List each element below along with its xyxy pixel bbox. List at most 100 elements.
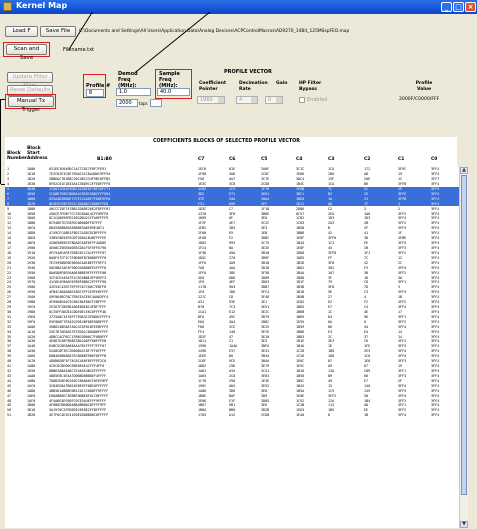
table-cell: 1A60 xyxy=(27,354,36,359)
table-cell: 3F8 xyxy=(229,211,236,216)
gain-label: Gain xyxy=(276,81,288,86)
table-cell: 1E0E xyxy=(296,393,305,398)
taps-input[interactable]: 2000 xyxy=(116,99,138,107)
table-cell: 47 xyxy=(229,334,234,339)
close-button[interactable]: × xyxy=(465,2,476,12)
table-cell: 40 xyxy=(7,359,12,364)
table-cell: E37 xyxy=(229,349,236,354)
table-cell: 1CA1 xyxy=(198,309,207,314)
table-cell: 1B00 xyxy=(27,403,36,408)
table-cell: D7 xyxy=(364,364,369,369)
table-cell: 3F9C xyxy=(398,167,407,172)
table-cell: 1689 xyxy=(198,216,207,221)
table-cell: 18D0 xyxy=(27,231,36,236)
table-cell: 3FBE xyxy=(398,236,407,241)
hp-filter-checkbox[interactable] xyxy=(299,97,305,103)
table-cell: 1B1F xyxy=(296,280,305,285)
table-cell: 1E95 xyxy=(296,319,305,324)
table-cell: 34 xyxy=(7,329,12,334)
table-cell: 3FF2 xyxy=(398,339,407,344)
table-cell: 1B4A xyxy=(296,344,305,349)
table-cell: 0 xyxy=(364,319,367,324)
table-cell: EE xyxy=(364,408,369,413)
table-cell: 5 xyxy=(7,186,10,191)
table-cell: 37E xyxy=(198,196,205,201)
dropdown-arrow-icon xyxy=(276,97,282,103)
table-cell: 60 xyxy=(364,373,369,378)
table-cell: 8BB63A8A5A6C7E4A5E4BCEFFFFFF xyxy=(49,369,107,374)
table-cell: 1E6C xyxy=(296,359,305,364)
minimize-button[interactable]: _ xyxy=(441,2,452,12)
sample-freq-input[interactable]: 40.0 xyxy=(157,88,190,96)
table-cell: 2E3 xyxy=(364,349,371,354)
table-scrollbar[interactable]: ▲ ▼ xyxy=(459,167,468,528)
table-cell: 5A1970C2FEDED5C6E8E2FF8FFFFF xyxy=(49,408,107,413)
table-cell: 1C82 xyxy=(296,216,305,221)
scan-and-save-button[interactable]: Scan and Save xyxy=(6,44,47,61)
table-cell: 1B xyxy=(364,413,369,418)
table-cell: 3E3 xyxy=(261,339,268,344)
table-cell: 14 xyxy=(398,334,403,339)
decimation-select[interactable]: 4 xyxy=(236,96,258,104)
table-cell: 1820 xyxy=(27,177,36,182)
manual-tx-trigger-button[interactable]: Manual Tx Trigger xyxy=(8,96,54,113)
table-cell: 2 xyxy=(7,172,10,177)
col-c4: C4 xyxy=(296,157,303,162)
table-cell: E9 xyxy=(229,231,234,236)
profile-number-select[interactable]: 8 xyxy=(86,89,104,97)
table-cell: 1E6F xyxy=(296,236,305,241)
table-cell: B6 xyxy=(364,182,369,187)
table-cell: 18C0 xyxy=(27,226,36,231)
scroll-down-arrow-icon[interactable]: ▼ xyxy=(460,521,468,528)
table-cell: 4D8D6E8F5F7AC6C4A0F8FFFEF2C0 xyxy=(49,359,107,364)
table-cell: 1D11 xyxy=(198,339,207,344)
table-cell: 4E xyxy=(364,309,369,314)
table-cell: C2 xyxy=(328,206,333,211)
table-cell: 2C xyxy=(398,260,403,265)
table-cell: 3C1C xyxy=(296,167,305,172)
table-cell: 7 xyxy=(7,196,10,201)
table-cell: 3FF4 xyxy=(431,369,440,374)
table-cell: 19 xyxy=(398,172,403,177)
table-cell: 3B44 xyxy=(261,354,270,359)
table-cell: 14 xyxy=(398,329,403,334)
update-filter-mem-button[interactable]: Update Filter Mem xyxy=(7,72,53,89)
taps-spinner[interactable] xyxy=(150,99,162,107)
table-cell: F31 xyxy=(198,201,205,206)
table-cell: B xyxy=(328,226,331,231)
demod-freq-input[interactable]: 1.0 xyxy=(116,88,151,96)
table-cell: 3FF4 xyxy=(398,393,407,398)
save-file-button[interactable]: Save File xyxy=(40,26,76,37)
table-cell: 3FF0 xyxy=(328,236,337,241)
table-cell: 7C xyxy=(328,186,333,191)
annotation-bracket xyxy=(0,99,1,184)
table-cell: 42065689E2F8DADCA0F0FFF4AD8E xyxy=(49,241,107,246)
table-cell: 2C68 xyxy=(261,413,270,418)
table-cell: DFA xyxy=(198,314,205,319)
table-cell: 3FF4 xyxy=(431,270,440,275)
scroll-thumb[interactable] xyxy=(461,175,467,495)
table-cell: 7D xyxy=(364,285,369,290)
table-cell: 2A3 xyxy=(328,221,335,226)
scroll-up-arrow-icon[interactable]: ▲ xyxy=(460,167,468,174)
table-cell: 3E10 xyxy=(261,334,270,339)
coef-pointer-select[interactable]: 1960 xyxy=(197,96,225,104)
table-cell: 3CB4EE8A7B6E4E8E9FF0BC0FFFFFF xyxy=(49,383,109,388)
gain-select[interactable]: 0 xyxy=(265,96,283,104)
table-cell: 33B5C8D55F6CDF2D0A1B48FFFFEE xyxy=(49,236,107,241)
table-cell: 3FF4 xyxy=(431,324,440,329)
table-row[interactable]: 51 1B20 4E7F6C4E2E41E0E2D6D800C0FFFFF 1703 A… xyxy=(5,413,459,418)
table-cell: 4C6C6CDE60CEBE0EAE4CFFF4FF0 xyxy=(49,364,105,369)
table-cell: 1AD0 xyxy=(27,388,36,393)
table-cell: 140 xyxy=(364,383,371,388)
table-cell: 38 xyxy=(7,349,12,354)
table-cell: 1B0E xyxy=(198,393,207,398)
table-cell: 22 xyxy=(7,270,12,275)
demod-freq-label: Demod Freq (MHz): xyxy=(118,71,138,89)
load-file-button[interactable]: Load F xyxy=(5,26,38,37)
table-cell: 1EB xyxy=(261,231,268,236)
table-cell: 145 xyxy=(364,388,371,393)
table-cell: 3FF3 xyxy=(398,388,407,393)
table-cell: 13F xyxy=(328,177,335,182)
maximize-button[interactable]: □ xyxy=(453,2,464,12)
